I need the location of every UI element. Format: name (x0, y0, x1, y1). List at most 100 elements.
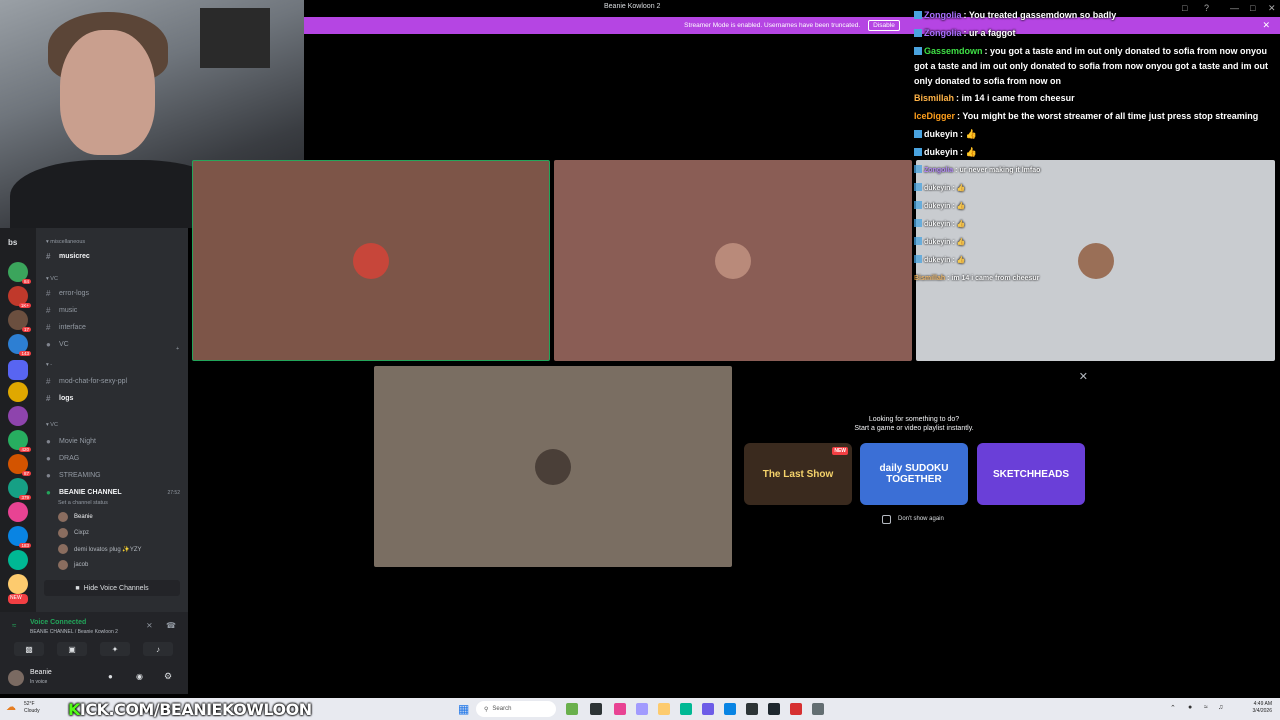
chat-user: dukeyin (924, 147, 959, 157)
camera-button[interactable]: ▩ (14, 642, 44, 656)
speaker-icon: ● (46, 437, 51, 446)
channel-mod-chat[interactable]: # mod-chat-for-sexy-ppl (46, 377, 127, 386)
category-dash[interactable]: ▾ - (46, 362, 52, 368)
screenshare-button[interactable]: ▣ (57, 642, 87, 656)
chat-message: Gassemdown: you got a taste and im out o… (914, 46, 1269, 86)
hide-voice-channels-button[interactable]: ■ Hide Voice Channels (44, 580, 180, 596)
participant-tile[interactable] (374, 366, 732, 567)
disable-button[interactable]: Disable (868, 20, 900, 31)
headphones-icon[interactable]: ◉ (136, 672, 143, 681)
game-sketch-heads[interactable]: SKETCHHEADS (977, 443, 1085, 505)
category-miscellaneous[interactable]: ▾ miscellaneous (46, 239, 85, 245)
tray-app-icon[interactable]: ● (1188, 704, 1192, 711)
channel-streaming[interactable]: ● STREAMING (46, 471, 101, 480)
tray-chevron-icon[interactable]: ⌃ (1170, 704, 1176, 712)
channel-musicrec[interactable]: # musicrec (46, 252, 90, 261)
disconnect-icon[interactable]: ☎ (166, 621, 176, 630)
taskbar-app-icon[interactable] (566, 703, 578, 715)
channel-logs[interactable]: # logs (46, 394, 73, 403)
server-icon[interactable] (8, 502, 28, 522)
settings-gear-icon[interactable]: ⚙ (164, 671, 172, 682)
chat-user: Bismillah (914, 275, 946, 282)
add-channel-icon[interactable]: + (176, 346, 179, 352)
search-bar[interactable]: ⚲ Search (476, 701, 556, 717)
dont-show-checkbox[interactable] (882, 515, 891, 524)
server-icon[interactable]: 420 (8, 430, 31, 452)
channel-error-logs[interactable]: # error-logs (46, 289, 89, 298)
channel-music[interactable]: # music (46, 306, 77, 315)
wifi-icon[interactable]: ≈ (1204, 704, 1208, 711)
close-icon[interactable]: ✕ (1079, 370, 1088, 383)
badge-icon (914, 165, 922, 173)
server-icon[interactable]: 87 (8, 454, 31, 476)
noise-suppression-icon[interactable]: ⨯ (146, 621, 153, 630)
voice-user-name: Cixpz (74, 530, 90, 536)
server-icon[interactable]: 379 (8, 478, 31, 500)
taskbar-app-icon[interactable] (724, 703, 736, 715)
category-label: VC (50, 276, 58, 282)
taskbar-app-icon[interactable] (658, 703, 670, 715)
chat-user: dukeyin (924, 129, 959, 139)
taskbar-app-icon[interactable] (590, 703, 602, 715)
channel-drag[interactable]: ● DRAG (46, 454, 79, 463)
taskbar-app-icon[interactable] (636, 703, 648, 715)
channel-movie-night[interactable]: ● Movie Night (46, 437, 96, 446)
taskbar-app-icon[interactable] (702, 703, 714, 715)
taskbar-app-icon[interactable] (768, 703, 780, 715)
volume-icon[interactable]: ♫ (1218, 704, 1223, 711)
taskbar-app-icon[interactable] (746, 703, 758, 715)
server-icon[interactable]: 1K+ (8, 286, 31, 308)
server-icon[interactable] (8, 550, 28, 570)
activity-button[interactable]: ✦ (100, 642, 130, 656)
chat-text: ur a faggot (969, 28, 1016, 38)
channel-label: STREAMING (59, 472, 101, 479)
chat-message: Zongolia: You treated gassemdown so badl… (914, 8, 1276, 23)
server-icon[interactable]: 143 (8, 334, 31, 356)
windows-start-icon[interactable]: ▦ (458, 702, 469, 716)
server-icon[interactable]: 17 (8, 310, 31, 332)
category-vc-2[interactable]: ▾ VC (46, 422, 58, 428)
channel-status[interactable]: Set a channel status (58, 500, 108, 506)
server-rail-label[interactable]: bs (8, 238, 17, 247)
taskbar-app-icon[interactable] (614, 703, 626, 715)
voice-connected-subtitle[interactable]: BEANIE CHANNEL / Beanie Kowloon 2 (30, 629, 118, 635)
voice-user[interactable]: jacob (58, 560, 88, 570)
chat-text: You might be the worst streamer of all t… (962, 111, 1259, 121)
participant-tile[interactable] (192, 160, 550, 361)
taskbar-app-icon[interactable] (790, 703, 802, 715)
channel-vc[interactable]: ● VC (46, 340, 69, 349)
system-clock[interactable]: 4:49 AM 3/4/2026 (1253, 701, 1272, 715)
category-vc[interactable]: ▾ VC (46, 276, 58, 282)
server-icon[interactable]: 183 (8, 526, 31, 548)
game-sudoku-together[interactable]: daily SUDOKU TOGETHER (860, 443, 968, 505)
server-icon[interactable]: 84 (8, 262, 31, 284)
server-icon[interactable] (8, 360, 28, 380)
game-the-last-show[interactable]: The Last Show NEW (744, 443, 852, 505)
voice-user[interactable]: Cixpz (58, 528, 89, 538)
server-icon[interactable] (8, 382, 28, 402)
badge-icon (914, 201, 922, 209)
voice-user[interactable]: Beanie (58, 512, 93, 522)
taskbar-app-icon[interactable] (680, 703, 692, 715)
soundboard-button[interactable]: ♪ (143, 642, 173, 656)
participant-tile[interactable] (554, 160, 912, 361)
chat-message: IceDigger: You might be the worst stream… (914, 111, 1259, 121)
badge-icon (914, 47, 922, 55)
server-badge: 1K+ (18, 303, 31, 308)
channel-label: DRAG (59, 455, 80, 462)
chat-user: dukeyin (924, 257, 951, 264)
text-channel-icon: # (46, 377, 51, 386)
voice-user-name: demi lovatos plug ✨YZY (74, 546, 142, 553)
server-icon[interactable] (8, 406, 28, 426)
taskbar-app-icon[interactable] (812, 703, 824, 715)
chat-message: dukeyin: 👍 (914, 127, 1276, 142)
avatar[interactable] (8, 670, 24, 686)
server-icon[interactable] (8, 574, 28, 594)
channel-interface[interactable]: # interface (46, 323, 86, 332)
weather-widget[interactable]: 52°F Cloudy (24, 701, 40, 715)
voice-user[interactable]: demi lovatos plug ✨YZY (58, 544, 142, 554)
avatar (353, 242, 389, 279)
mic-icon[interactable]: ● (108, 672, 113, 681)
channel-beanie[interactable]: ● BEANIE CHANNEL 27:52 (46, 488, 180, 497)
chat-message: dukeyin: 👍 (914, 235, 1276, 250)
